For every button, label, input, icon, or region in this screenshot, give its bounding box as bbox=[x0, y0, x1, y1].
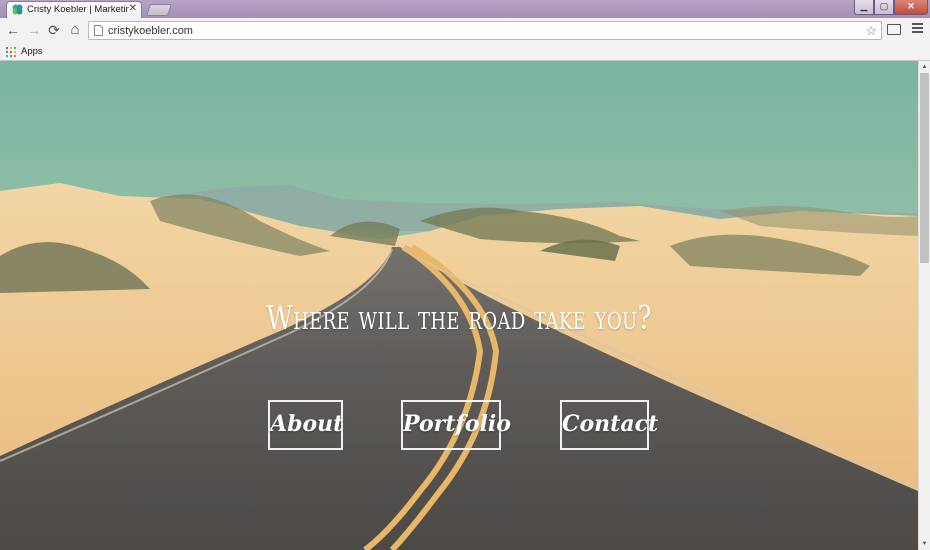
address-bar[interactable]: cristykoebler.com ☆ bbox=[88, 21, 882, 40]
home-icon[interactable]: ⌂ bbox=[67, 22, 83, 38]
minimize-button[interactable]: ▁ bbox=[854, 0, 874, 15]
cast-icon[interactable] bbox=[887, 24, 901, 35]
back-icon[interactable]: ← bbox=[5, 22, 21, 38]
close-window-button[interactable]: ✕ bbox=[894, 0, 928, 15]
scrollbar-thumb[interactable] bbox=[920, 73, 929, 263]
portfolio-button[interactable]: Portfolio bbox=[401, 400, 511, 450]
hero-title: Where will the road take you? bbox=[266, 298, 652, 337]
tab-close-icon[interactable]: ✕ bbox=[129, 3, 137, 15]
reload-icon[interactable]: ⟳ bbox=[46, 22, 62, 38]
tab-title: Cristy Koebler | Marketing bbox=[27, 4, 129, 15]
browser-tab[interactable]: Cristy Koebler | Marketing ✕ bbox=[6, 1, 142, 18]
menu-icon[interactable] bbox=[912, 23, 923, 37]
forward-icon[interactable]: → bbox=[26, 22, 42, 38]
about-button[interactable]: About bbox=[268, 400, 343, 450]
bookmarks-bar: Apps bbox=[0, 43, 930, 61]
url-text[interactable]: cristykoebler.com bbox=[108, 24, 193, 38]
maximize-button[interactable]: ▢ bbox=[874, 0, 894, 15]
scroll-down-icon[interactable]: ▼ bbox=[919, 538, 930, 550]
site-favicon-icon bbox=[12, 4, 23, 15]
page-viewport: Where will the road take you? About Port… bbox=[0, 61, 918, 550]
vertical-scrollbar[interactable]: ▲ ▼ bbox=[918, 61, 930, 550]
bookmark-star-icon[interactable]: ☆ bbox=[865, 22, 877, 39]
window-titlebar: Cristy Koebler | Marketing ✕ ▁ ▢ ✕ bbox=[0, 0, 930, 18]
apps-icon[interactable] bbox=[6, 47, 16, 57]
apps-bookmark[interactable]: Apps bbox=[21, 45, 43, 58]
browser-toolbar: ← → ⟳ ⌂ cristykoebler.com ☆ bbox=[0, 18, 930, 43]
scroll-up-icon[interactable]: ▲ bbox=[919, 61, 930, 73]
new-tab-button[interactable] bbox=[146, 4, 172, 16]
page-icon bbox=[94, 25, 103, 36]
contact-button[interactable]: Contact bbox=[560, 400, 658, 450]
